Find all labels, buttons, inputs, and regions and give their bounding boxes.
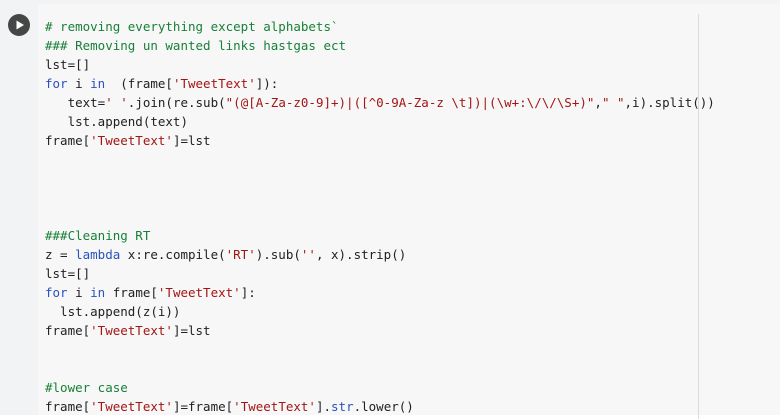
code-token-plain: lst.append(z(i)) [45, 304, 181, 319]
code-line[interactable]: lst=[] [45, 55, 715, 74]
code-token-plain: ]=lst [172, 323, 211, 338]
code-token-plain: ,i).split()) [624, 95, 715, 110]
code-token-plain: (frame[ [105, 76, 173, 91]
code-line[interactable]: frame['TweetText']=lst [45, 131, 715, 150]
code-line[interactable]: text=' '.join(re.sub("(@[A-Za-z0-9]+)|([… [45, 93, 715, 112]
code-line[interactable]: ### Removing un wanted links hastgas ect [45, 36, 715, 55]
code-line[interactable]: # removing everything except alphabets` [45, 17, 715, 36]
code-token-plain: i [67, 285, 91, 300]
code-token-plain: frame[ [45, 133, 91, 148]
code-token-string: 'TweetText' [90, 133, 173, 148]
code-lines[interactable]: # removing everything except alphabets` #… [45, 17, 715, 416]
code-token-string: 'TweetText' [90, 399, 173, 414]
code-line[interactable] [45, 169, 715, 188]
code-line[interactable]: ###Cleaning RT [45, 226, 715, 245]
code-token-plain: ]=lst [172, 133, 211, 148]
code-line[interactable]: lst=[] [45, 264, 715, 283]
code-token-plain: .lower() [353, 399, 414, 414]
code-token-string: 'TweetText' [233, 399, 316, 414]
code-token-plain: lst.append(text) [45, 114, 188, 129]
code-token-comment: #lower case [45, 380, 128, 395]
code-token-plain: frame[ [105, 285, 158, 300]
code-token-comment: ###Cleaning RT [45, 228, 151, 243]
code-line[interactable]: #lower case [45, 378, 715, 397]
code-token-string: 'TweetText' [157, 285, 241, 300]
code-token-plain: , x).strip() [315, 247, 407, 262]
code-token-string: 'RT' [225, 247, 256, 262]
code-line[interactable] [45, 359, 715, 378]
code-token-string: 'TweetText' [90, 323, 173, 338]
code-token-string: 'TweetText' [172, 76, 256, 91]
code-token-plain: z = [45, 247, 76, 262]
code-line[interactable]: z = lambda x:re.compile('RT').sub('', x)… [45, 245, 715, 264]
code-line[interactable]: for i in (frame['TweetText']): [45, 74, 715, 93]
code-token-plain: frame[ [45, 323, 91, 338]
code-token-keyword: in [90, 285, 106, 300]
code-line[interactable]: lst.append(text) [45, 112, 715, 131]
code-token-keyword: lambda [75, 247, 121, 262]
code-token-plain: frame[ [45, 399, 91, 414]
play-icon [16, 20, 24, 30]
code-line[interactable]: lst.append(z(i)) [45, 302, 715, 321]
code-editor[interactable]: # removing everything except alphabets` #… [38, 4, 780, 419]
code-token-string: " " [601, 95, 625, 110]
code-token-plain: x:re.compile( [120, 247, 226, 262]
code-token-keyword: in [90, 76, 106, 91]
code-token-string: ' ' [105, 95, 128, 110]
code-token-plain: ]: [240, 285, 256, 300]
code-token-plain: ]. [315, 399, 332, 414]
code-token-keyword: for [45, 76, 68, 91]
code-token-plain: i [67, 76, 91, 91]
code-token-plain: ]=frame[ [172, 399, 234, 414]
cell-gutter [0, 4, 38, 415]
code-line[interactable]: for i in frame['TweetText']: [45, 283, 715, 302]
code-token-plain: text= [45, 95, 106, 110]
code-token-keyword: str [331, 399, 354, 414]
code-token-plain: ]): [255, 76, 279, 91]
code-token-plain: lst=[] [45, 57, 91, 72]
code-token-string: "(@[A-Za-z0-9]+)|([^0-9A-Za-z \t])|(\w+:… [225, 95, 595, 110]
code-line[interactable] [45, 150, 715, 169]
code-line[interactable] [45, 188, 715, 207]
code-token-comment: # removing everything except alphabets` [45, 19, 339, 34]
code-line[interactable] [45, 340, 715, 359]
code-token-string: '' [300, 247, 316, 262]
code-line[interactable]: frame['TweetText']=frame['TweetText'].st… [45, 397, 715, 416]
code-token-plain: ).sub( [255, 247, 301, 262]
code-line[interactable]: frame['TweetText']=lst [45, 321, 715, 340]
code-token-plain: lst=[] [45, 266, 91, 281]
code-token-keyword: for [45, 285, 68, 300]
code-token-plain: .join(re.sub( [127, 95, 226, 110]
run-cell-button[interactable] [8, 14, 30, 36]
code-token-comment: ### Removing un wanted links hastgas ect [45, 38, 347, 53]
code-line[interactable] [45, 207, 715, 226]
code-token-plain: , [594, 95, 602, 110]
